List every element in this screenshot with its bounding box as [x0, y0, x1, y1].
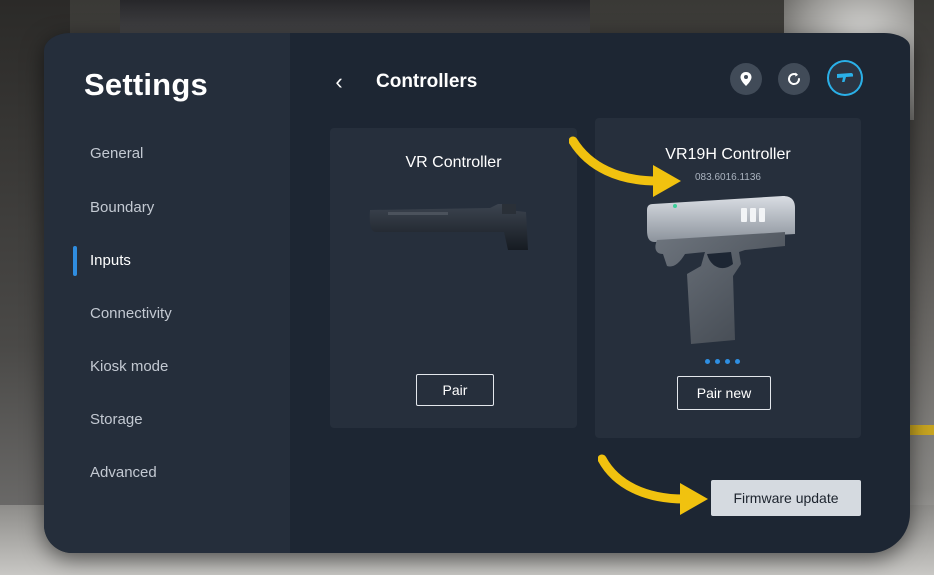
- annotation-arrow-icon: [569, 136, 681, 197]
- status-dot: [735, 359, 740, 364]
- controller-card-vr: VR Controller Pair: [330, 128, 577, 428]
- controller-name: VR Controller: [405, 154, 502, 171]
- controller-mode-button[interactable]: [827, 60, 863, 96]
- sidebar-item-storage[interactable]: Storage: [90, 407, 143, 433]
- vr-controller-image: [369, 204, 528, 250]
- location-pin-button[interactable]: [730, 63, 762, 95]
- sidebar-item-general[interactable]: General: [90, 141, 143, 167]
- page-header: ‹ Controllers: [290, 33, 910, 123]
- settings-title: Settings: [84, 67, 208, 102]
- annotation-arrow-icon: [598, 454, 708, 515]
- status-dot: [715, 359, 720, 364]
- status-dot: [725, 359, 730, 364]
- firmware-update-button[interactable]: Firmware update: [711, 480, 861, 516]
- sidebar: Settings General Boundary Inputs Connect…: [44, 33, 290, 553]
- pair-new-button[interactable]: Pair new: [677, 376, 771, 410]
- controller-icon: [837, 73, 853, 82]
- refresh-button[interactable]: [778, 63, 810, 95]
- sidebar-item-boundary[interactable]: Boundary: [90, 195, 154, 221]
- location-pin-icon: [740, 72, 752, 86]
- pair-button[interactable]: Pair: [416, 374, 494, 406]
- pairing-status-dots: [705, 359, 740, 364]
- refresh-icon: [788, 72, 801, 85]
- status-dot: [705, 359, 710, 364]
- active-item-indicator: [73, 246, 77, 276]
- settings-panel: Settings General Boundary Inputs Connect…: [44, 33, 910, 553]
- sidebar-item-advanced[interactable]: Advanced: [90, 460, 157, 486]
- pistol-controller-image: [647, 196, 795, 344]
- sidebar-item-inputs[interactable]: Inputs: [90, 248, 131, 274]
- sidebar-item-kiosk-mode[interactable]: Kiosk mode: [90, 354, 168, 380]
- page-title: Controllers: [376, 71, 478, 92]
- back-button[interactable]: ‹: [328, 69, 350, 95]
- sidebar-item-connectivity[interactable]: Connectivity: [90, 301, 172, 327]
